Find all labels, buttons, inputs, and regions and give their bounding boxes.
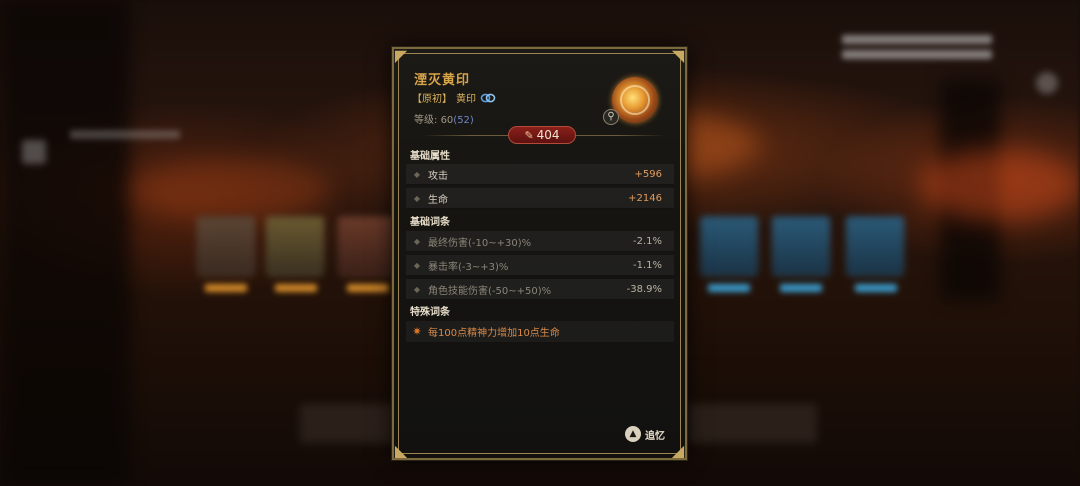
level-extra: (52) <box>453 115 474 126</box>
diamond-bullet-icon: ◆ <box>413 236 421 246</box>
diamond-bullet-icon: ◆ <box>413 260 421 270</box>
corner-ornament-icon: ◥ <box>671 46 685 65</box>
recall-button[interactable]: ▲ 追忆 <box>625 426 665 442</box>
affix-value: -1.1% <box>632 259 662 271</box>
item-score: 404 <box>536 128 560 142</box>
link-icon[interactable] <box>480 92 496 104</box>
diamond-bullet-icon: ◆ <box>413 193 421 203</box>
corner-ornament-icon: ◣ <box>394 441 408 460</box>
affix-value: -2.1% <box>632 235 662 247</box>
special-affix-row: ✷ 每100点精神力增加10点生命 <box>406 321 674 342</box>
attribute-value: +596 <box>634 168 662 180</box>
affix-row: ◆ 角色技能伤害(-50~+50)% -38.9% <box>406 279 674 300</box>
recall-label: 追忆 <box>645 430 665 442</box>
level-label: 等级: <box>414 115 438 126</box>
item-type: 黄印 <box>456 94 476 105</box>
diamond-bullet-icon: ◆ <box>413 284 421 294</box>
affix-row: ◆ 最终伤害(-10~+30)% -2.1% <box>406 231 674 252</box>
affix-label: 角色技能伤害(-50~+50)% <box>428 285 552 297</box>
base-attributes-heading: 基础属性 <box>410 151 450 162</box>
corner-ornament-icon: ◢ <box>671 441 685 460</box>
attribute-label: 生命 <box>428 194 448 206</box>
burst-star-icon: ✷ <box>412 325 422 338</box>
affix-value: -38.9% <box>626 283 662 295</box>
item-name: 湮灭黄印 <box>414 73 471 88</box>
affix-label: 最终伤害(-10~+30)% <box>428 237 532 249</box>
magnify-icon[interactable]: ⚲ <box>603 109 619 125</box>
item-rarity: 【原初】 <box>412 94 452 105</box>
special-affix-label: 每100点精神力增加10点生命 <box>428 328 560 339</box>
affix-row: ◆ 暴击率(-3~+3)% -1.1% <box>406 255 674 276</box>
item-score-badge: ✎ 404 <box>508 126 576 144</box>
feather-icon: ✎ <box>524 128 534 142</box>
triangle-button-icon: ▲ <box>625 426 641 442</box>
attribute-row: ◆ 生命 +2146 <box>406 188 674 209</box>
item-subtitle: 【原初】 黄印 <box>412 90 496 105</box>
level-value: 60 <box>440 115 454 126</box>
diamond-bullet-icon: ◆ <box>413 169 421 179</box>
item-level: 等级: 60(52) <box>414 111 474 126</box>
special-affixes-heading: 特殊词条 <box>410 307 450 318</box>
attribute-label: 攻击 <box>428 170 448 182</box>
corner-ornament-icon: ◤ <box>394 46 408 65</box>
affix-label: 暴击率(-3~+3)% <box>428 261 509 273</box>
attribute-value: +2146 <box>628 192 662 204</box>
item-tooltip-panel: ◤ ◥ ◣ ◢ 湮灭黄印 【原初】 黄印 等级: 60(52) ⚲ ✎ 404 … <box>392 46 687 460</box>
base-affixes-heading: 基础词条 <box>410 217 450 228</box>
attribute-row: ◆ 攻击 +596 <box>406 164 674 185</box>
